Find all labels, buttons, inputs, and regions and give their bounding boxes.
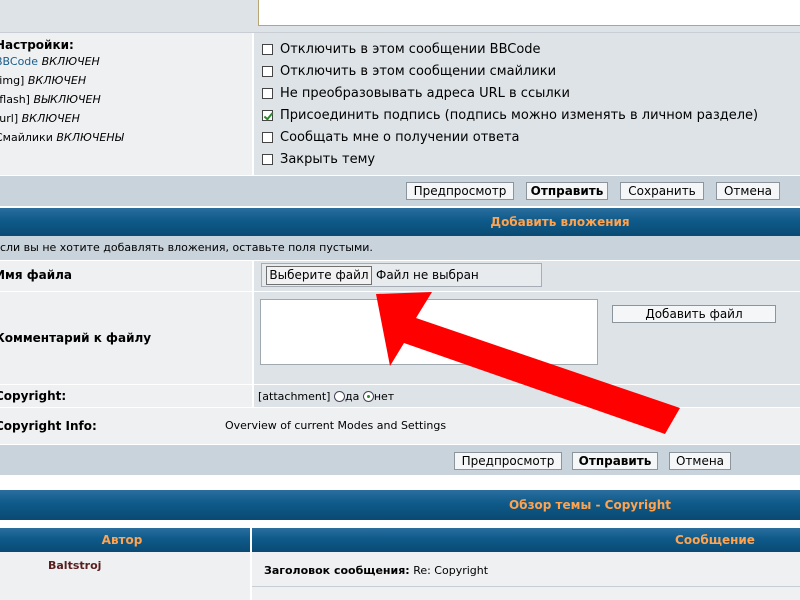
red-arrow-annotation — [376, 292, 680, 434]
arrow-icon — [376, 292, 680, 434]
